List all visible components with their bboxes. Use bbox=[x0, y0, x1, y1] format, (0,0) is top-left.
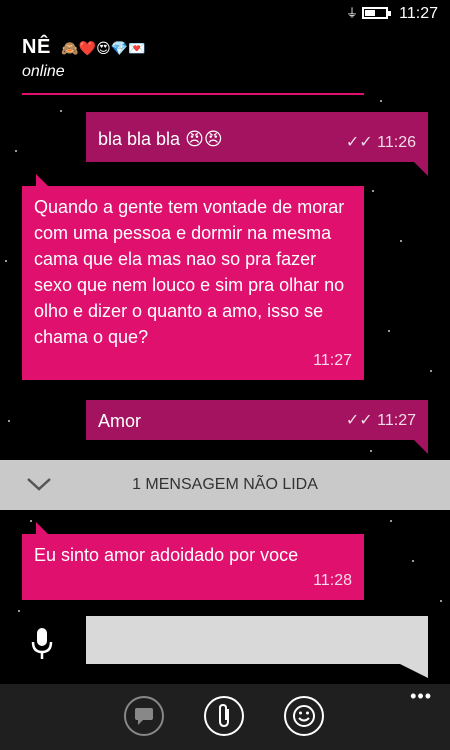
header-divider bbox=[22, 93, 364, 95]
message-time: 11:28 bbox=[313, 572, 352, 589]
message-bubble-outgoing[interactable]: Amor ✓✓ 11:27 bbox=[86, 400, 428, 454]
compose-row bbox=[0, 616, 450, 678]
message-time: 11:27 bbox=[313, 352, 352, 369]
compose-tail bbox=[400, 664, 428, 678]
status-time: 11:27 bbox=[399, 5, 438, 22]
microphone-icon[interactable] bbox=[28, 626, 56, 662]
battery-icon bbox=[362, 7, 391, 19]
status-bar: ⏚ 11:27 bbox=[0, 0, 450, 28]
message-bubble-outgoing[interactable]: bla bla bla 😠😠 ✓✓ 11:26 bbox=[86, 112, 428, 176]
contact-name[interactable]: NÊ bbox=[22, 36, 51, 58]
message-meta: ✓✓ 11:27 bbox=[346, 408, 416, 434]
smiley-icon bbox=[293, 705, 315, 727]
unread-messages-bar[interactable]: 1 MENSAGEM NÃO LIDA bbox=[0, 460, 450, 510]
read-check-icon: ✓✓ bbox=[345, 412, 373, 429]
message-bubble-incoming[interactable]: Eu sinto amor adoidado por voce 11:28 bbox=[22, 522, 364, 600]
message-text: Amor bbox=[98, 411, 142, 431]
more-options-icon[interactable]: ••• bbox=[410, 686, 432, 707]
emoji-button[interactable] bbox=[284, 696, 324, 736]
chat-heads-button[interactable] bbox=[124, 696, 164, 736]
chat-heads-icon bbox=[135, 708, 153, 725]
attach-button[interactable] bbox=[204, 696, 244, 736]
contact-status: online bbox=[22, 63, 65, 80]
contact-name-emojis: 🙈❤️😍💎💌 bbox=[61, 40, 146, 56]
charging-icon: ⏚ bbox=[345, 6, 358, 20]
message-text: Quando a gente tem vontade de morar com … bbox=[34, 197, 345, 347]
message-time: 11:26 bbox=[377, 134, 416, 151]
message-meta: ✓✓ 11:26 bbox=[346, 130, 416, 156]
message-text: Eu sinto amor adoidado por voce bbox=[34, 545, 299, 565]
read-check-icon: ✓✓ bbox=[345, 134, 373, 151]
conversation-header: NÊ 🙈❤️😍💎💌 online bbox=[22, 36, 364, 81]
message-input[interactable] bbox=[86, 616, 428, 664]
app-bar: ••• bbox=[0, 684, 450, 750]
unread-label: 1 MENSAGEM NÃO LIDA bbox=[132, 476, 318, 493]
message-bubble-incoming[interactable]: Quando a gente tem vontade de morar com … bbox=[22, 174, 364, 380]
paperclip-icon bbox=[219, 703, 229, 728]
message-text: bla bla bla 😠😠 bbox=[98, 129, 223, 149]
message-time: 11:27 bbox=[377, 412, 416, 429]
